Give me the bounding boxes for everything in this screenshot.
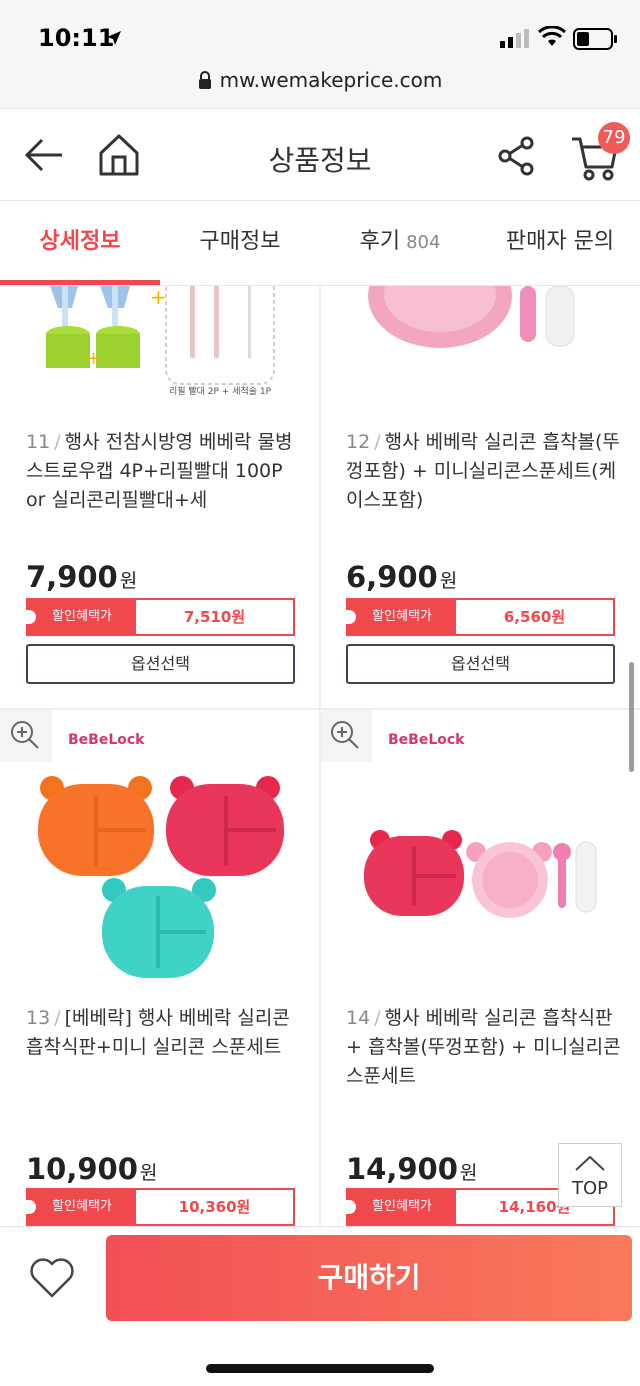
wifi-icon — [538, 26, 566, 46]
option-select-button[interactable]: 옵션선택 — [346, 644, 615, 684]
image-caption: 리필 빨대 2P + 세척솔 1P — [169, 385, 272, 397]
svg-text:+: + — [150, 286, 167, 309]
product-number: 14 — [346, 1007, 371, 1029]
price-value: 14,900 — [346, 1152, 458, 1186]
product-price: 7,900 원 — [26, 560, 137, 594]
tab-reviews[interactable]: 후기 804 — [320, 201, 480, 287]
zoom-button[interactable] — [320, 710, 372, 762]
buy-button[interactable]: 구매하기 — [106, 1235, 632, 1321]
scroll-to-top-button[interactable]: TOP — [558, 1143, 622, 1207]
status-bar: 10:11 mw.wemakeprice.com — [0, 0, 640, 108]
discount-price: 10,360원 — [178, 1198, 251, 1216]
product-number: 13 — [26, 1007, 51, 1029]
price-unit: 원 — [439, 570, 458, 592]
app-header: 상품정보 — [0, 108, 640, 200]
discount-box: 할인혜택가 10,360원 — [26, 1188, 295, 1226]
review-count: 804 — [406, 232, 441, 253]
heart-icon[interactable] — [28, 1257, 76, 1299]
product-title: 행사 전참시방영 베베락 물병스트로우캡 4P+리필빨대 100P or 실리콘… — [26, 431, 293, 511]
discount-label: 할인혜택가 — [26, 600, 136, 634]
price-unit: 원 — [139, 1162, 158, 1184]
price-unit: 원 — [459, 1162, 478, 1184]
product-name: 11/행사 전참시방영 베베락 물병스트로우캡 4P+리필빨대 100P or … — [26, 428, 306, 515]
battery-icon — [573, 28, 617, 50]
tab-detail-info[interactable]: 상세정보 — [0, 201, 160, 287]
discount-box: 할인혜택가 7,510원 — [26, 598, 295, 636]
url-text: mw.wemakeprice.com — [219, 68, 443, 92]
product-card[interactable]: 12/행사 베베락 실리콘 흡착볼(뚜껑포함) + 미니실리콘스푼세트(케이스포… — [320, 286, 640, 708]
product-title: 행사 베베락 실리콘 흡착볼(뚜껑포함) + 미니실리콘스푼세트(케이스포함) — [346, 431, 620, 511]
separator: / — [54, 1007, 61, 1029]
brand-logo: BeBeLock — [68, 732, 145, 748]
product-name: 13/[베베락] 행사 베베락 실리콘 흡착식판+미니 실리콘 스푼세트 — [26, 1004, 306, 1062]
chevron-up-icon — [575, 1155, 605, 1171]
product-card[interactable]: + + 리필 빨대 2P + 세척솔 1P 11/행사 전참시방영 베베락 물병… — [0, 286, 320, 708]
product-grid: + + 리필 빨대 2P + 세척솔 1P 11/행사 전참시방영 베베락 물병… — [0, 286, 640, 1226]
tab-seller-inquiry[interactable]: 판매자 문의 — [480, 201, 640, 287]
discount-price: 7,510원 — [183, 608, 246, 626]
brand-logo: BeBeLock — [388, 732, 465, 748]
tab-label: 상세정보 — [39, 229, 121, 254]
product-number: 12 — [346, 431, 371, 453]
option-select-button[interactable]: 옵션선택 — [26, 644, 295, 684]
product-image — [38, 776, 284, 978]
product-image: + + 리필 빨대 2P + 세척솔 1P — [46, 286, 275, 397]
price-value: 7,900 — [26, 560, 118, 594]
product-price: 10,900 원 — [26, 1152, 157, 1186]
price-value: 6,900 — [346, 560, 438, 594]
tab-purchase-info[interactable]: 구매정보 — [160, 201, 320, 287]
product-price: 6,900 원 — [346, 560, 457, 594]
separator: / — [374, 1007, 381, 1029]
zoom-in-icon — [11, 721, 39, 749]
active-tab-indicator — [0, 280, 160, 285]
top-label: TOP — [571, 1178, 609, 1199]
scroll-indicator[interactable] — [629, 662, 634, 772]
price-unit: 원 — [119, 570, 138, 592]
product-name: 12/행사 베베락 실리콘 흡착볼(뚜껑포함) + 미니실리콘스푼세트(케이스포… — [346, 428, 626, 515]
svg-text:+: + — [86, 348, 101, 369]
tab-label: 판매자 문의 — [505, 229, 615, 254]
zoom-in-icon — [331, 721, 359, 749]
price-value: 10,900 — [26, 1152, 138, 1186]
cart-count-badge: 79 — [598, 122, 630, 154]
product-card[interactable]: BeBeLock 13/[베베락] 행사 베베락 실리콘 흡착식판+미니 실리콘… — [0, 710, 320, 1226]
zoom-button[interactable] — [0, 710, 52, 762]
home-indicator — [206, 1364, 434, 1373]
share-icon[interactable] — [497, 135, 537, 177]
tab-label: 구매정보 — [199, 229, 281, 254]
product-number: 11 — [26, 431, 51, 453]
lock-icon — [198, 71, 211, 89]
url-bar[interactable]: mw.wemakeprice.com — [0, 68, 640, 92]
signal-icon — [500, 29, 529, 48]
page-title: 상품정보 — [268, 144, 372, 177]
detail-tabs: 상세정보 구매정보 후기 804 판매자 문의 — [0, 200, 640, 286]
product-price: 14,900 원 — [346, 1152, 477, 1186]
discount-label: 할인혜택가 — [26, 1190, 136, 1224]
discount-label: 할인혜택가 — [346, 1190, 456, 1224]
product-image — [364, 830, 597, 918]
discount-label: 할인혜택가 — [346, 600, 456, 634]
separator: / — [374, 431, 381, 453]
bottom-action-bar: 구매하기 — [0, 1226, 640, 1386]
tab-label: 후기 — [359, 229, 401, 254]
product-title: [베베락] 행사 베베락 실리콘 흡착식판+미니 실리콘 스푼세트 — [26, 1007, 290, 1058]
product-title: 행사 베베락 실리콘 흡착식판 + 흡착볼(뚜껑포함) + 미니실리콘스푼세트 — [346, 1007, 621, 1087]
product-name: 14/행사 베베락 실리콘 흡착식판 + 흡착볼(뚜껑포함) + 미니실리콘스푼… — [346, 1004, 626, 1091]
product-image — [368, 286, 575, 348]
location-icon — [107, 31, 121, 45]
discount-price: 6,560원 — [503, 608, 566, 626]
discount-box: 할인혜택가 6,560원 — [346, 598, 615, 636]
status-time: 10:11 — [38, 24, 115, 52]
separator: / — [54, 431, 61, 453]
